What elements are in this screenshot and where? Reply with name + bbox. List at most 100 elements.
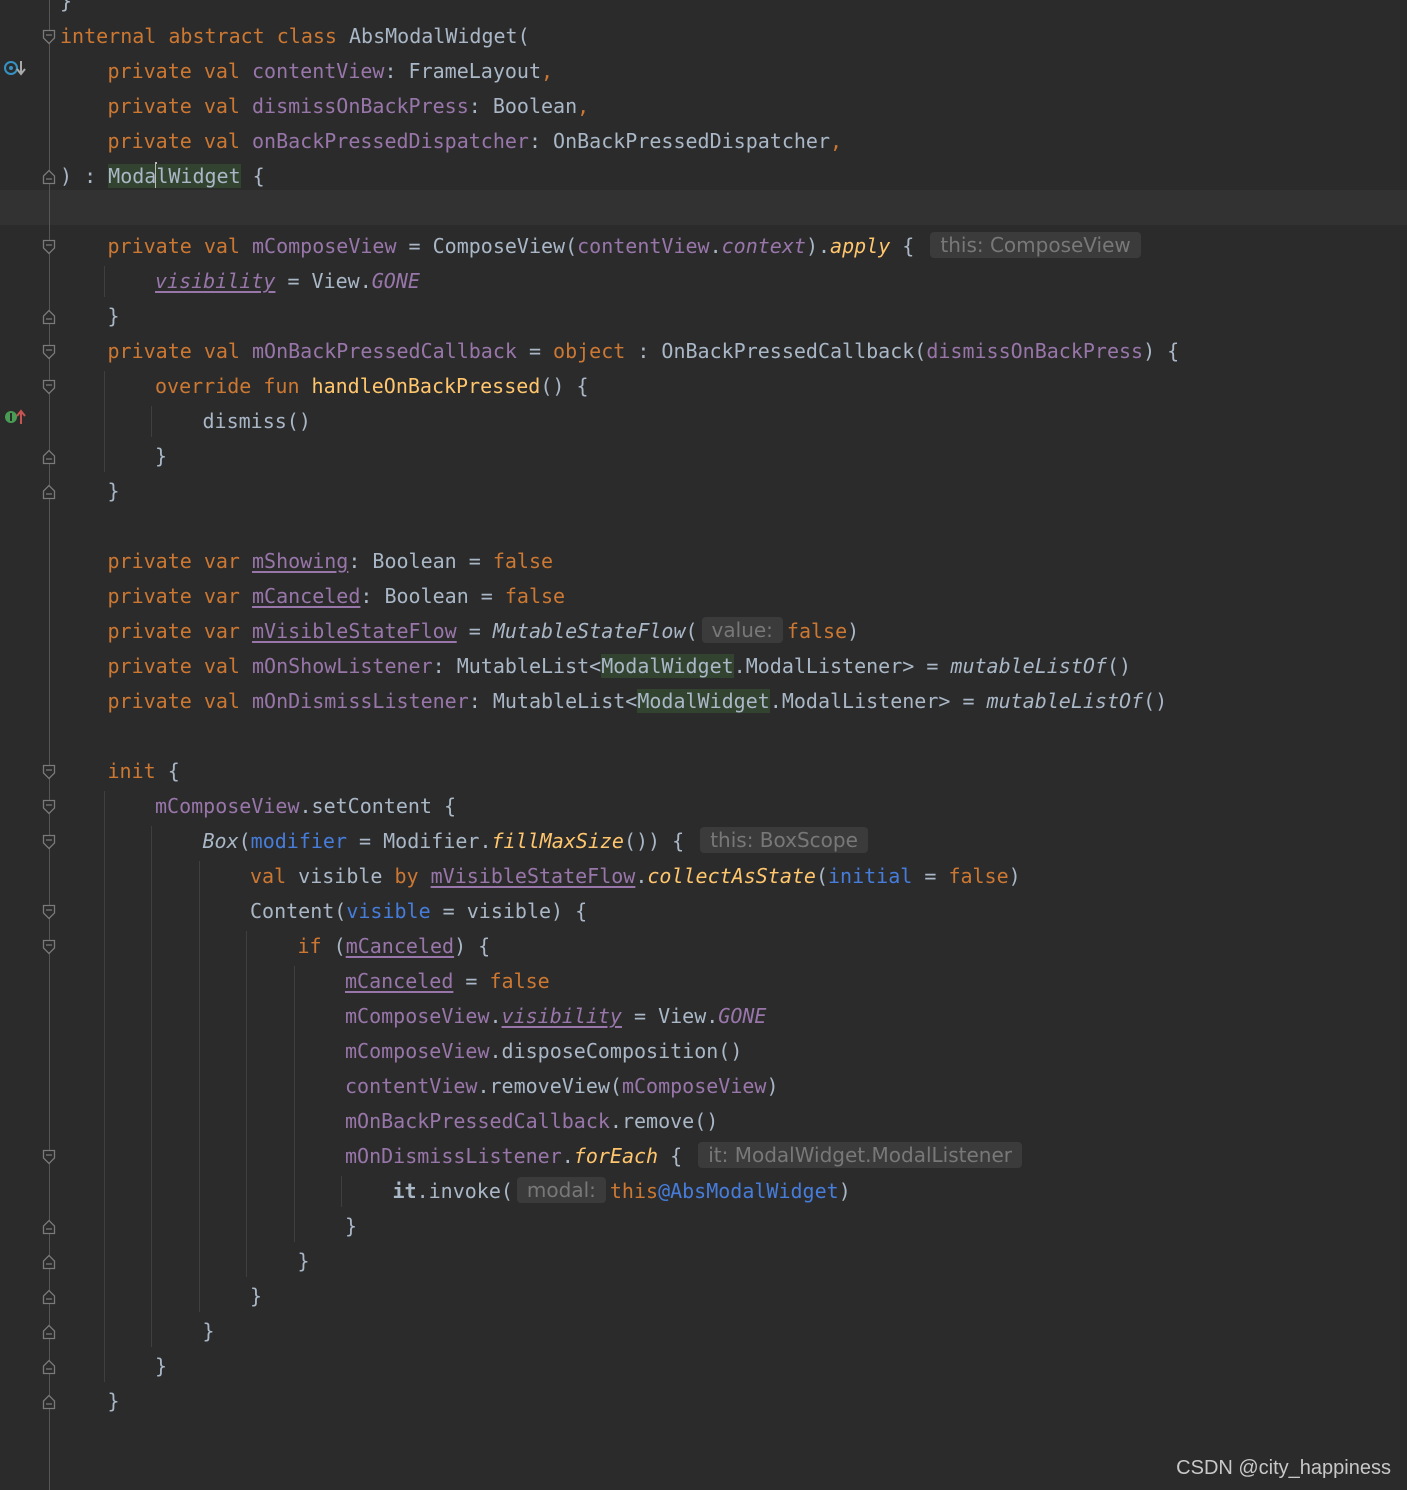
code-line[interactable]: mCanceled = false <box>345 964 550 999</box>
indent-guide <box>103 371 105 472</box>
code-line[interactable]: it.invoke(modal: this@AbsModalWidget) <box>393 1174 851 1209</box>
fold-collapse-icon[interactable] <box>42 834 56 850</box>
code-line[interactable]: val visible by mVisibleStateFlow.collect… <box>250 859 1021 894</box>
fold-collapse-icon[interactable] <box>42 939 56 955</box>
code-token: . <box>709 234 722 258</box>
code-line[interactable]: if (mCanceled) { <box>298 929 491 964</box>
code-token: mShowing <box>252 549 349 573</box>
code-line[interactable]: mOnDismissListener.forEach { it: ModalWi… <box>345 1139 1026 1174</box>
fold-end-icon[interactable] <box>42 1219 56 1235</box>
code-token: mComposeView <box>252 234 397 258</box>
code-line[interactable]: private val onBackPressedDispatcher: OnB… <box>108 124 843 159</box>
code-line[interactable]: Content(visible = visible) { <box>250 894 587 929</box>
code-token: mComposeView <box>345 1039 490 1063</box>
code-token: } <box>202 1319 215 1343</box>
fold-collapse-icon[interactable] <box>42 904 56 920</box>
fold-end-icon[interactable] <box>42 1289 56 1305</box>
code-line[interactable]: mComposeView.visibility = View.GONE <box>345 999 766 1034</box>
fold-collapse-icon[interactable] <box>42 29 56 45</box>
code-token: ) <box>1008 864 1021 888</box>
code-token: fun <box>263 374 300 398</box>
fold-end-icon[interactable] <box>42 449 56 465</box>
fold-end-icon[interactable] <box>42 169 56 185</box>
code-token: val <box>203 59 240 83</box>
code-line[interactable]: dismiss() <box>203 404 311 439</box>
code-token: contentView <box>577 234 710 258</box>
code-line[interactable]: init { <box>108 754 180 789</box>
code-line[interactable]: private val mOnBackPressedCallback = obj… <box>108 334 1180 369</box>
fold-collapse-icon[interactable] <box>42 764 56 780</box>
code-token: = <box>456 619 493 643</box>
fold-collapse-icon[interactable] <box>42 799 56 815</box>
fold-collapse-icon[interactable] <box>42 344 56 360</box>
code-line[interactable]: private val dismissOnBackPress: Boolean, <box>108 89 590 124</box>
code-line[interactable]: override fun handleOnBackPressed() { <box>155 369 589 404</box>
code-line[interactable]: } <box>298 1244 310 1279</box>
code-line[interactable]: } <box>345 1209 357 1244</box>
fold-collapse-icon[interactable] <box>42 239 56 255</box>
code-line[interactable]: mOnBackPressedCallback.remove() <box>345 1104 718 1139</box>
code-line[interactable]: private val mComposeView = ComposeView(c… <box>108 229 1145 264</box>
code-editor[interactable]: } internal abstract class AbsModalWidget(… <box>0 0 1407 1490</box>
code-token: } <box>60 0 73 13</box>
fold-end-icon[interactable] <box>42 484 56 500</box>
code-token: mOnDismissListener <box>345 1144 562 1168</box>
code-token: private <box>107 689 192 713</box>
code-line[interactable]: } <box>108 299 120 334</box>
code-line[interactable]: } <box>108 474 120 509</box>
code-token: mCanceled <box>345 934 455 958</box>
code-token: mComposeView <box>155 794 300 818</box>
code-line[interactable]: } <box>155 1349 167 1384</box>
code-line[interactable]: } <box>203 1314 215 1349</box>
code-line[interactable]: private var mShowing: Boolean = false <box>108 544 554 579</box>
code-line[interactable]: internal abstract class AbsModalWidget( <box>60 19 530 54</box>
code-token: context <box>721 234 806 258</box>
code-token: .remove() <box>609 1109 719 1133</box>
code-line[interactable]: } <box>250 1279 262 1314</box>
code-token: = <box>912 864 949 888</box>
code-line[interactable]: private val mOnDismissListener: MutableL… <box>107 684 1167 719</box>
code-line[interactable]: private val contentView: FrameLayout, <box>108 54 554 89</box>
code-token: dismiss() <box>202 409 311 433</box>
code-token: val <box>203 654 240 678</box>
implementing-method-icon[interactable] <box>2 406 28 428</box>
overriding-method-icon[interactable] <box>2 57 28 79</box>
inlay-hint: modal: <box>516 1177 606 1203</box>
fold-collapse-icon[interactable] <box>42 1149 56 1165</box>
code-token: initial <box>828 864 913 888</box>
code-line[interactable]: } <box>108 1384 120 1419</box>
code-line[interactable]: private val mOnShowListener: MutableList… <box>108 649 1131 684</box>
code-line[interactable]: mComposeView.setContent { <box>155 789 456 824</box>
code-line[interactable]: ) : ModalWidget { <box>60 159 265 194</box>
code-line[interactable]: private var mVisibleStateFlow = MutableS… <box>108 614 859 649</box>
code-line[interactable]: } <box>60 0 72 19</box>
fold-end-icon[interactable] <box>42 1254 56 1270</box>
code-line[interactable]: private var mCanceled: Boolean = false <box>108 579 566 614</box>
code-line[interactable]: mComposeView.disposeComposition() <box>345 1034 742 1069</box>
code-token: , <box>830 129 843 153</box>
code-token: ) <box>766 1074 779 1098</box>
code-token: val <box>203 94 240 118</box>
code-token: . <box>561 1144 574 1168</box>
fold-end-icon[interactable] <box>42 1359 56 1375</box>
fold-end-icon[interactable] <box>42 1324 56 1340</box>
code-line[interactable]: Box(modifier = Modifier.fillMaxSize()) {… <box>203 824 872 859</box>
fold-end-icon[interactable] <box>42 1394 56 1410</box>
code-token: object <box>553 339 626 363</box>
fold-end-icon[interactable] <box>42 309 56 325</box>
code-token: internal <box>60 24 157 48</box>
code-token: false <box>948 864 1009 888</box>
code-line[interactable]: contentView.removeView(mComposeView) <box>345 1069 779 1104</box>
code-token: private <box>107 549 192 573</box>
fold-collapse-icon[interactable] <box>42 379 56 395</box>
code-line[interactable]: } <box>155 439 167 474</box>
code-line[interactable]: visibility = View.GONE <box>155 264 420 299</box>
code-token: dismissOnBackPress <box>926 339 1144 363</box>
code-token: ) : <box>60 164 109 188</box>
